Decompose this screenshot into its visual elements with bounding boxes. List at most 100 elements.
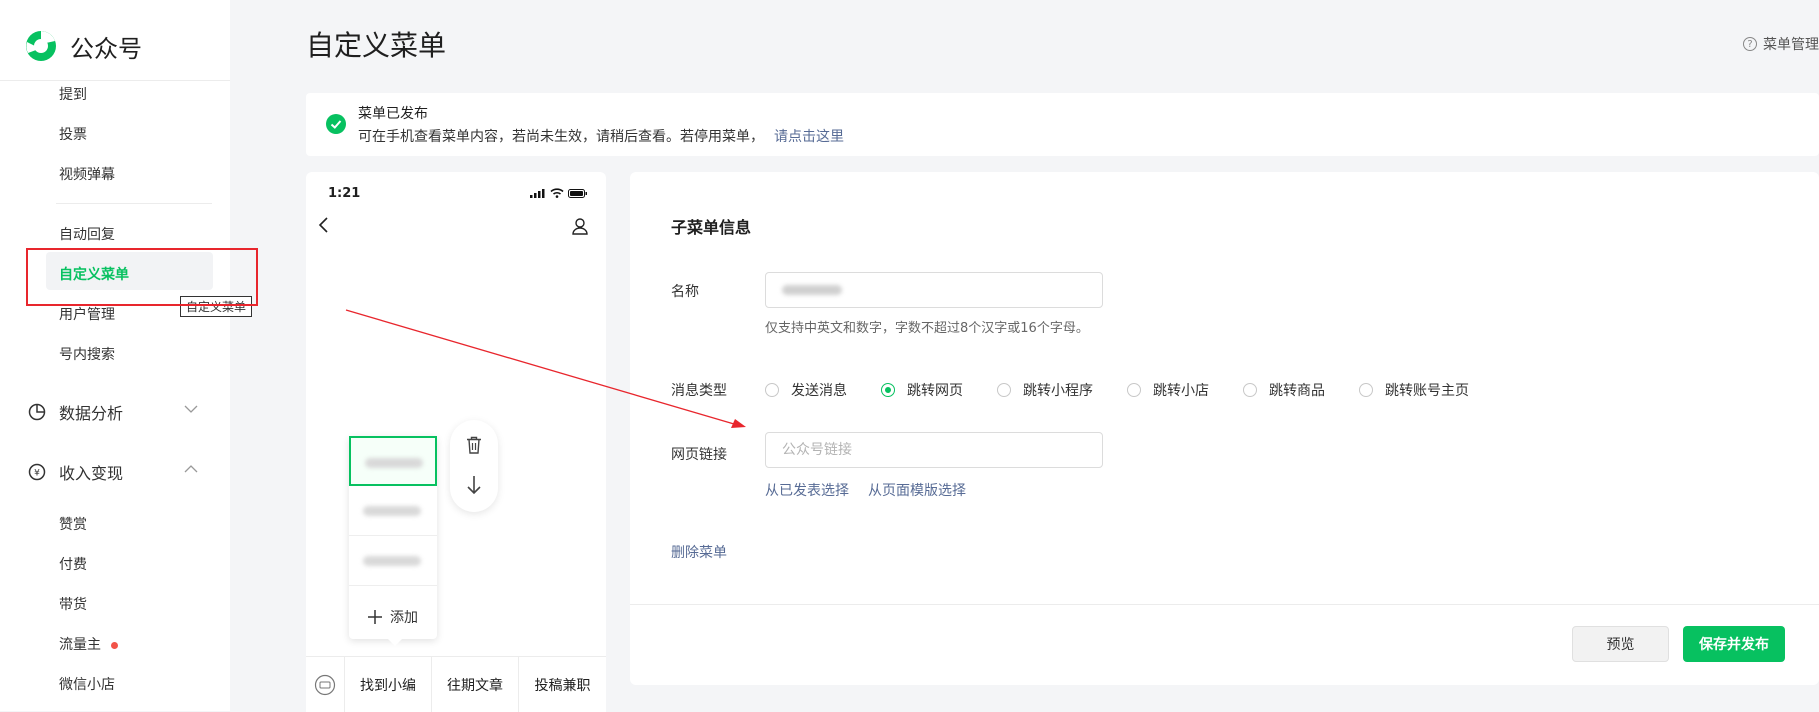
signal-icon xyxy=(530,189,545,198)
section-title: 子菜单信息 xyxy=(671,218,752,237)
radio-jump-miniprogram[interactable]: 跳转小程序 xyxy=(997,380,1093,400)
notice-title: 菜单已发布 xyxy=(358,106,428,122)
sidebar-item-reward[interactable]: 赞赏 xyxy=(59,514,87,534)
panel-footer-divider xyxy=(630,604,1819,605)
radio-label: 跳转网页 xyxy=(907,383,963,399)
submenu-item[interactable] xyxy=(349,486,437,536)
help-link-label: 菜单管理 xyxy=(1763,37,1819,53)
user-profile-icon[interactable] xyxy=(571,217,589,235)
sidebar-item-mentions[interactable]: 提到 xyxy=(59,84,87,104)
wifi-icon xyxy=(550,188,564,198)
add-label: 添加 xyxy=(390,609,418,626)
battery-icon xyxy=(568,189,587,198)
bottom-menu-item-submit-parttime[interactable]: 投稿兼职 xyxy=(518,657,606,712)
notice-desc-text: 可在手机查看菜单内容，若尚未生效，请稍后查看。若停用菜单， xyxy=(358,129,764,145)
success-check-icon xyxy=(326,114,346,134)
submenu-item[interactable] xyxy=(349,536,437,586)
keyboard-icon xyxy=(314,674,336,695)
url-input-wrapper xyxy=(765,432,1103,468)
radio-circle xyxy=(765,383,779,397)
submenu-popup: 添加 xyxy=(349,436,437,639)
phone-status-time: 1:21 xyxy=(328,186,361,201)
svg-text:¥: ¥ xyxy=(34,469,40,479)
message-type-label: 消息类型 xyxy=(671,383,727,399)
radio-label: 跳转小店 xyxy=(1153,383,1209,399)
sidebar-item-user-management[interactable]: 用户管理 xyxy=(59,304,115,324)
popup-caret xyxy=(388,639,402,646)
radio-circle xyxy=(1359,383,1373,397)
sidebar-item-video-danmu[interactable]: 视频弹幕 xyxy=(59,164,115,184)
red-dot-badge xyxy=(111,641,119,649)
pie-chart-icon xyxy=(28,403,46,421)
sidebar-item-sell-goods[interactable]: 带货 xyxy=(59,594,87,614)
sidebar-item-traffic-master[interactable]: 流量主 xyxy=(59,634,119,654)
select-from-template-link[interactable]: 从页面模版选择 xyxy=(868,480,966,500)
page-title: 自定义菜单 xyxy=(306,29,447,62)
sidebar-item-in-account-search[interactable]: 号内搜索 xyxy=(59,344,115,364)
radio-send-message[interactable]: 发送消息 xyxy=(765,380,847,400)
radio-label: 跳转小程序 xyxy=(1023,383,1093,399)
bottom-menu-item-past-articles[interactable]: 往期文章 xyxy=(431,657,518,712)
annotation-highlight-box xyxy=(26,248,258,306)
keyboard-switch[interactable] xyxy=(306,657,344,712)
phone-status-icons xyxy=(530,188,588,198)
submenu-info-panel: 子菜单信息 名称 仅支持中英文和数字，字数不超过8个汉字或16个字母。 消息类型… xyxy=(630,172,1819,685)
brand-logo-row[interactable]: 公众号 xyxy=(24,28,142,64)
bottom-menu-item-find-editor[interactable]: 找到小编 xyxy=(344,657,431,712)
name-label: 名称 xyxy=(671,284,699,300)
phone-bottom-menu: 找到小编 往期文章 投稿兼职 xyxy=(306,656,606,712)
sidebar-item-paid[interactable]: 付费 xyxy=(59,554,87,574)
brand-name: 公众号 xyxy=(70,34,142,63)
sidebar-group-monetization[interactable]: ¥ 收入变现 xyxy=(28,460,198,484)
blurred-label xyxy=(363,506,421,516)
sidebar-divider xyxy=(0,80,230,81)
radio-circle xyxy=(1243,383,1257,397)
chevron-down-icon xyxy=(184,405,198,413)
name-hint: 仅支持中英文和数字，字数不超过8个汉字或16个字母。 xyxy=(765,321,1089,336)
disable-menu-link[interactable]: 请点击这里 xyxy=(774,129,844,145)
radio-jump-webpage[interactable]: 跳转网页 xyxy=(881,380,963,400)
blurred-label xyxy=(363,556,421,566)
radio-jump-store[interactable]: 跳转小店 xyxy=(1127,380,1209,400)
sidebar-group-label: 数据分析 xyxy=(59,404,124,423)
submenu-tools xyxy=(450,420,498,512)
trash-icon[interactable] xyxy=(466,436,482,454)
sidebar-group-data-analysis[interactable]: 数据分析 xyxy=(28,400,198,424)
sidebar-divider xyxy=(56,203,212,204)
radio-label: 跳转商品 xyxy=(1269,383,1325,399)
blurred-name-value xyxy=(782,285,842,295)
sidebar-item-auto-reply[interactable]: 自动回复 xyxy=(59,224,115,244)
chevron-up-icon xyxy=(184,465,198,473)
name-input[interactable] xyxy=(765,272,1103,308)
publish-success-notice: 菜单已发布 可在手机查看菜单内容，若尚未生效，请稍后查看。若停用菜单， 请点击这里 xyxy=(306,93,1819,156)
add-submenu-button[interactable]: 添加 xyxy=(349,594,437,639)
sidebar-item-wechat-store[interactable]: 微信小店 xyxy=(59,674,115,694)
radio-circle xyxy=(1127,383,1141,397)
radio-label: 跳转账号主页 xyxy=(1385,383,1469,399)
sidebar-item-label: 流量主 xyxy=(59,637,101,653)
preview-button[interactable]: 预览 xyxy=(1572,626,1669,662)
radio-jump-account-home[interactable]: 跳转账号主页 xyxy=(1359,380,1469,400)
radio-jump-product[interactable]: 跳转商品 xyxy=(1243,380,1325,400)
radio-circle xyxy=(881,383,895,397)
arrow-down-icon[interactable] xyxy=(466,475,482,495)
notice-description: 可在手机查看菜单内容，若尚未生效，请稍后查看。若停用菜单， 请点击这里 xyxy=(358,126,844,146)
back-arrow-icon[interactable] xyxy=(318,216,330,234)
menu-management-help-link[interactable]: ? 菜单管理 xyxy=(1743,34,1819,54)
sidebar-group-label: 收入变现 xyxy=(59,464,124,483)
question-circle-icon: ? xyxy=(1743,37,1757,51)
radio-circle xyxy=(997,383,1011,397)
select-from-published-link[interactable]: 从已发表选择 xyxy=(765,480,849,500)
delete-menu-link[interactable]: 删除菜单 xyxy=(671,542,727,562)
submenu-item-selected[interactable] xyxy=(349,436,437,486)
sidebar-item-vote[interactable]: 投票 xyxy=(59,124,87,144)
sidebar: 公众号 提到 投票 视频弹幕 自动回复 自定义菜单 用户管理 号内搜索 数据分析… xyxy=(0,0,230,711)
yuan-coin-icon: ¥ xyxy=(28,463,46,481)
url-label: 网页链接 xyxy=(671,447,727,463)
plus-icon xyxy=(368,609,382,624)
wechat-official-logo-icon xyxy=(26,31,56,61)
save-publish-button[interactable]: 保存并发布 xyxy=(1683,626,1785,662)
url-input[interactable] xyxy=(766,433,1102,467)
radio-label: 发送消息 xyxy=(791,383,847,399)
blurred-label xyxy=(365,458,423,468)
